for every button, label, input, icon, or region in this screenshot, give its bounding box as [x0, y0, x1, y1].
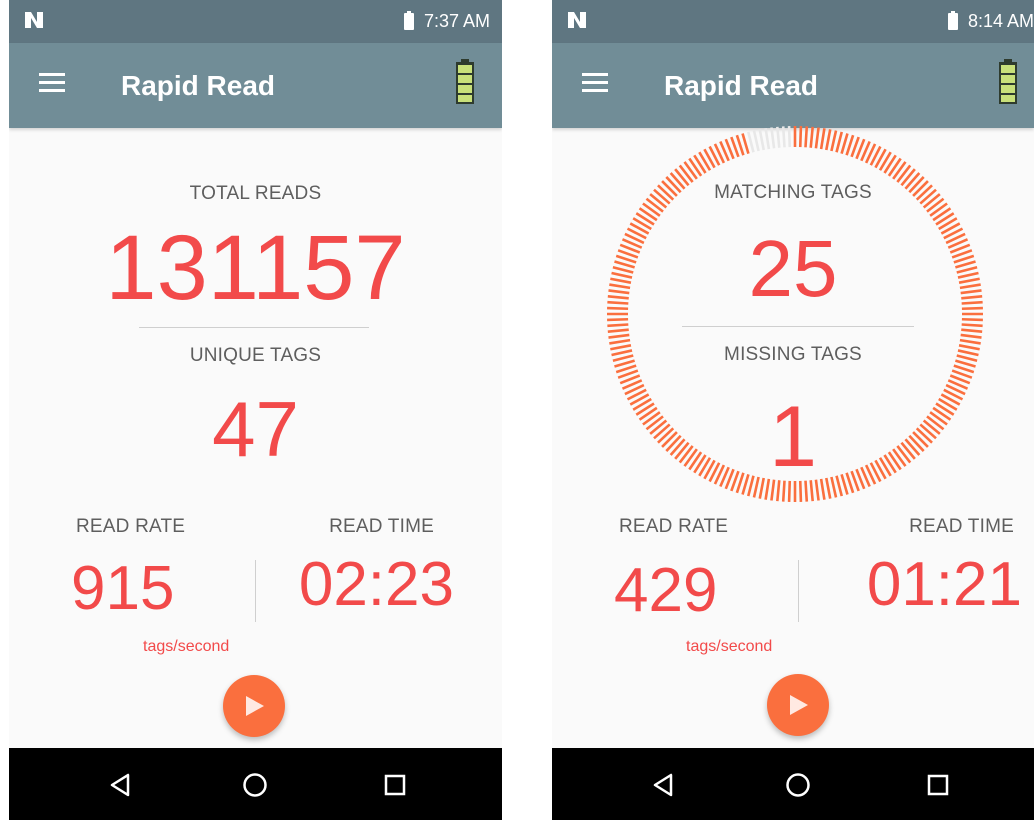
unique-tags-value: 47 — [212, 385, 299, 473]
app-bar: Rapid Read — [9, 43, 502, 128]
status-time: 8:14 AM — [967, 11, 1034, 31]
progress-ring-tick — [960, 333, 982, 339]
progress-ring-tick — [776, 126, 781, 148]
reader-battery-icon[interactable] — [455, 59, 475, 105]
progress-ring-tick — [825, 129, 832, 151]
progress-ring-tick — [809, 126, 814, 148]
battery-status-icon — [947, 11, 958, 30]
phone-screen-locate: 8:14 AM Rapid Read MATCHING TAGS 25 MISS… — [552, 0, 1034, 820]
progress-ring-tick — [746, 131, 755, 153]
progress-ring-tick — [819, 128, 826, 150]
rate-time-divider — [255, 560, 256, 622]
progress-ring-tick — [607, 317, 629, 322]
play-button[interactable] — [767, 674, 829, 736]
progress-ring-tick — [770, 127, 776, 149]
progress-ring-tick — [781, 126, 786, 148]
progress-ring-tick — [642, 202, 661, 217]
notification-n-icon — [568, 12, 586, 28]
progress-ring-tick — [683, 161, 698, 180]
read-rate-unit: tags/second — [143, 638, 230, 655]
progress-ring-tick — [961, 317, 983, 322]
progress-ring-tick — [607, 323, 629, 328]
progress-ring-tick — [752, 130, 760, 152]
unique-tags-label: UNIQUE TAGS — [189, 345, 322, 366]
metric-divider — [139, 327, 369, 328]
progress-ring-tick — [819, 478, 826, 500]
read-rate-label: READ RATE — [619, 516, 729, 537]
progress-ring-tick — [741, 133, 750, 154]
notification-n-icon — [25, 12, 43, 28]
main-content: TOTAL READS 131157 UNIQUE TAGS 47 READ R… — [9, 128, 502, 748]
progress-ring-tick — [804, 126, 809, 148]
reader-battery-icon[interactable] — [998, 59, 1018, 105]
recents-icon[interactable] — [380, 770, 410, 800]
total-reads-label: TOTAL READS — [189, 183, 322, 204]
matching-tags-label: MATCHING TAGS — [714, 182, 872, 203]
read-rate-value: 915 — [71, 554, 175, 623]
progress-ring-tick — [961, 328, 983, 333]
read-rate-value: 429 — [614, 556, 718, 625]
progress-ring-tick — [830, 130, 838, 152]
progress-ring-tick — [678, 164, 694, 183]
progress-ring-tick — [814, 127, 820, 149]
system-nav-bar — [552, 748, 1034, 820]
main-content: MATCHING TAGS 25 MISSING TAGS 1 READ RAT… — [552, 126, 1034, 748]
metric-divider — [682, 326, 914, 327]
read-time-value: 02:23 — [298, 550, 454, 619]
progress-ring-tick — [835, 131, 844, 153]
play-icon — [790, 695, 808, 715]
read-time-label: READ TIME — [909, 516, 1014, 537]
missing-tags-label: MISSING TAGS — [724, 344, 862, 365]
progress-ring-tick — [896, 164, 912, 183]
progress-ring-tick — [929, 202, 948, 217]
progress-ring-tick — [892, 161, 907, 180]
progress-ring-tick — [607, 328, 629, 333]
rate-time-divider — [798, 560, 799, 622]
total-reads-value: 131157 — [105, 217, 406, 319]
progress-ring-tick — [798, 126, 803, 148]
progress-ring-tick — [608, 333, 630, 339]
progress-ring-tick — [787, 126, 792, 148]
read-time-value: 01:21 — [866, 550, 1022, 619]
progress-ring-tick — [959, 338, 981, 345]
progress-ring-tick — [609, 338, 631, 345]
status-bar: 7:37 AM — [9, 0, 502, 43]
status-time: 7:37 AM — [423, 11, 490, 31]
read-rate-label: READ RATE — [76, 516, 186, 537]
phone-screen-inventory: 7:37 AM Rapid Read TOTAL READS 131157 UN… — [9, 0, 502, 820]
home-icon[interactable] — [240, 770, 270, 800]
home-icon[interactable] — [783, 770, 813, 800]
hamburger-menu-icon[interactable] — [39, 73, 65, 93]
back-icon[interactable] — [106, 770, 136, 800]
progress-ring-tick — [764, 128, 771, 150]
status-bar: 8:14 AM — [552, 0, 1034, 43]
battery-status-icon — [403, 11, 414, 30]
back-icon[interactable] — [649, 770, 679, 800]
matching-tags-value: 25 — [748, 224, 838, 313]
page-title: Rapid Read — [664, 70, 819, 101]
missing-tags-value: 1 — [769, 389, 817, 485]
recents-icon[interactable] — [923, 770, 953, 800]
system-nav-bar — [9, 748, 502, 820]
play-button[interactable] — [223, 675, 285, 737]
read-time-label: READ TIME — [329, 516, 434, 537]
progress-ring-tick — [758, 129, 765, 151]
progress-ring-tick — [961, 323, 983, 328]
app-bar: Rapid Read — [552, 43, 1034, 128]
play-icon — [246, 696, 264, 716]
progress-ring-tick — [840, 133, 849, 154]
read-rate-unit: tags/second — [686, 638, 773, 655]
page-title: Rapid Read — [121, 70, 276, 101]
hamburger-menu-icon[interactable] — [582, 73, 608, 93]
